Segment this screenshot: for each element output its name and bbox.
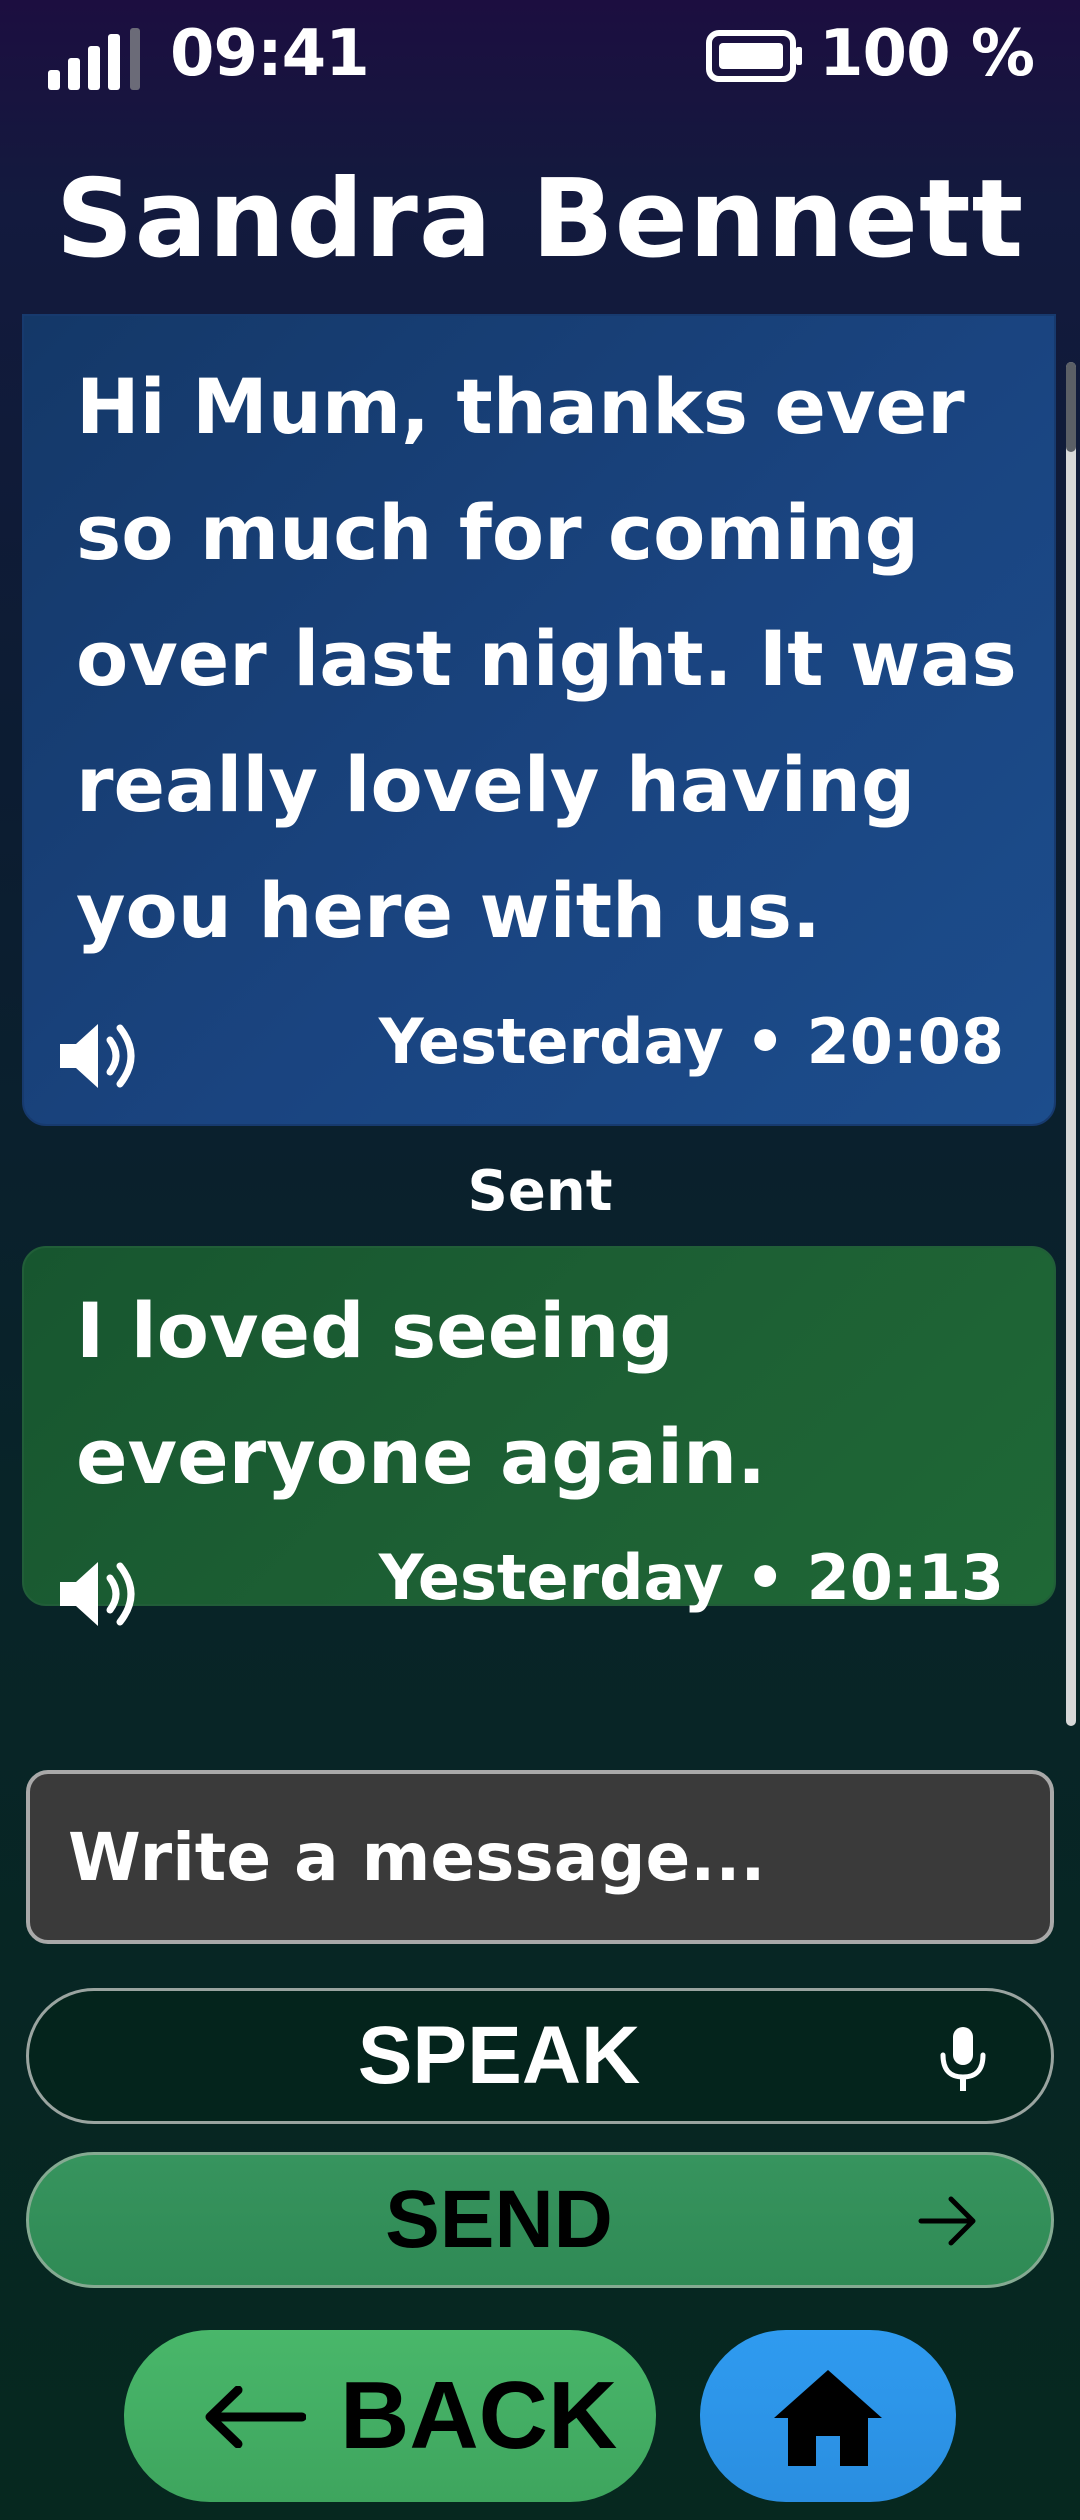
sent-message-bubble: I loved seeing everyone again. Yesterday… [22, 1246, 1056, 1626]
send-button[interactable]: SEND [26, 2152, 1054, 2288]
signal-bars-icon [48, 28, 140, 90]
back-button-label: BACK [340, 2362, 618, 2469]
microphone-icon [940, 2027, 986, 2091]
received-message-bubble: Hi Mum, thanks ever so much for coming o… [22, 314, 1056, 1126]
back-button[interactable]: BACK [124, 2330, 656, 2502]
battery-percentage: 100 % [819, 17, 1035, 91]
status-time: 09:41 [170, 17, 370, 91]
scrollbar[interactable] [1066, 362, 1076, 1726]
message-text: I loved seeing everyone again. [76, 1286, 766, 1501]
send-button-label: SEND [385, 2174, 613, 2265]
home-button[interactable] [700, 2330, 956, 2502]
arrow-right-icon [918, 2196, 976, 2246]
scrollbar-thumb[interactable] [1066, 362, 1076, 452]
home-icon [774, 2370, 882, 2466]
message-text: Hi Mum, thanks ever so much for coming o… [76, 362, 1017, 955]
contact-name: Sandra Bennett [55, 157, 1025, 282]
message-timestamp: Yesterday • 20:08 [378, 1005, 1004, 1078]
message-input[interactable] [26, 1770, 1054, 1944]
battery-full-icon [706, 30, 802, 82]
arrow-left-icon [205, 2386, 306, 2448]
speak-button[interactable]: SPEAK [26, 1988, 1054, 2124]
speak-button-label: SPEAK [357, 2010, 641, 2101]
message-timestamp: Yesterday • 20:13 [378, 1541, 1004, 1614]
speaker-icon[interactable] [56, 1554, 146, 1634]
message-thread[interactable]: Hi Mum, thanks ever so much for coming o… [0, 314, 1080, 1704]
sent-status-label: Sent [467, 1159, 613, 1224]
status-bar: 09:41 100 % [0, 0, 1080, 110]
speaker-icon[interactable] [56, 1016, 146, 1096]
